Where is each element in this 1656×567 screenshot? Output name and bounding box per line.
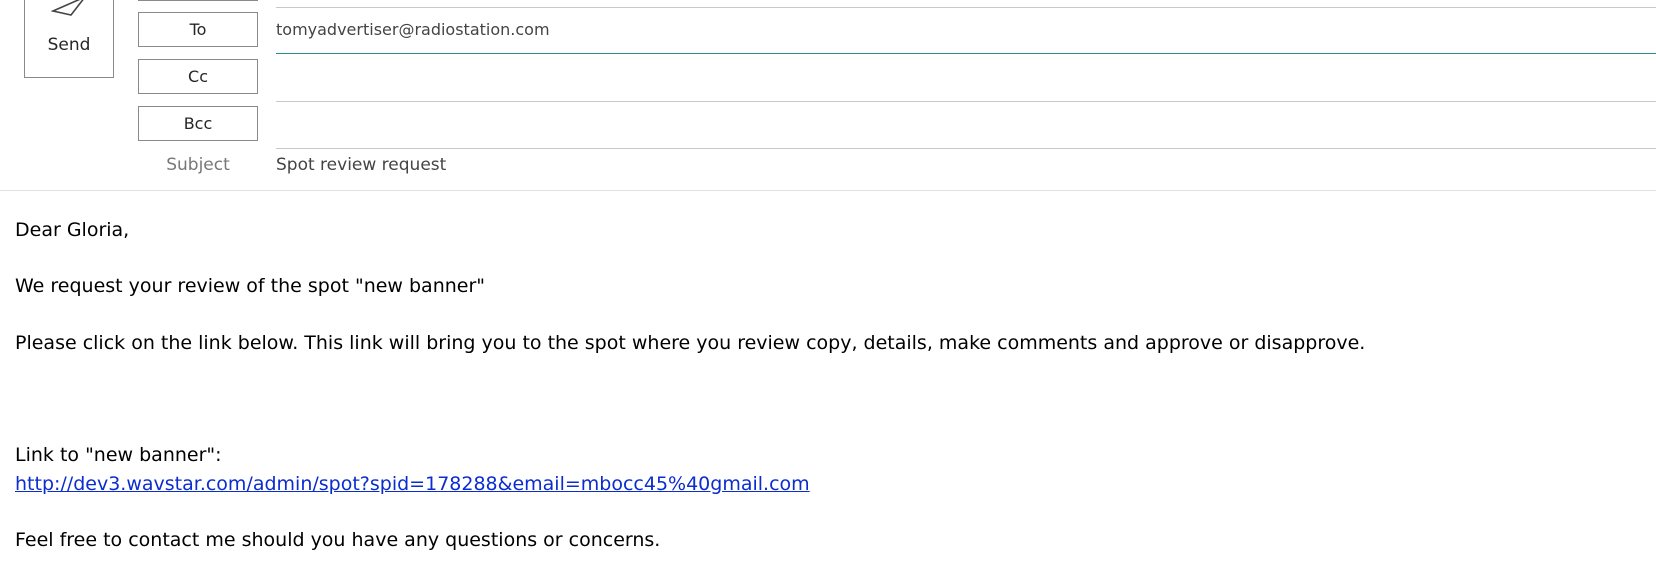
instructions-text: Please click on the link below. This lin…	[15, 332, 1366, 354]
send-label: Send	[47, 35, 91, 55]
bcc-field-underline	[276, 148, 1656, 149]
message-header: Send To tomyadvertiser@radiostation.com …	[0, 0, 1656, 191]
to-button[interactable]: To	[138, 12, 258, 47]
to-field-underline	[276, 53, 1656, 54]
subject-label: Subject	[166, 155, 230, 175]
paper-plane-icon	[51, 0, 84, 16]
closing-text: Feel free to contact me should you have …	[15, 529, 661, 551]
cc-input[interactable]	[276, 62, 1646, 92]
bcc-button[interactable]: Bcc	[138, 106, 258, 141]
send-button[interactable]: Send	[24, 0, 114, 78]
greeting-text: Dear Gloria,	[15, 219, 130, 241]
from-button-edge	[138, 0, 258, 1]
bcc-input[interactable]	[276, 109, 1646, 139]
from-field-underline	[276, 7, 1656, 8]
cc-button[interactable]: Cc	[138, 59, 258, 94]
subject-input[interactable]: Spot review request	[276, 155, 446, 175]
cc-field-underline	[276, 101, 1656, 102]
spot-review-link[interactable]: http://dev3.wavstar.com/admin/spot?spid=…	[15, 473, 810, 495]
review-request-text: We request your review of the spot "new …	[15, 275, 486, 297]
link-label-text: Link to "new banner":	[15, 444, 222, 466]
to-input[interactable]: tomyadvertiser@radiostation.com	[276, 15, 1646, 45]
